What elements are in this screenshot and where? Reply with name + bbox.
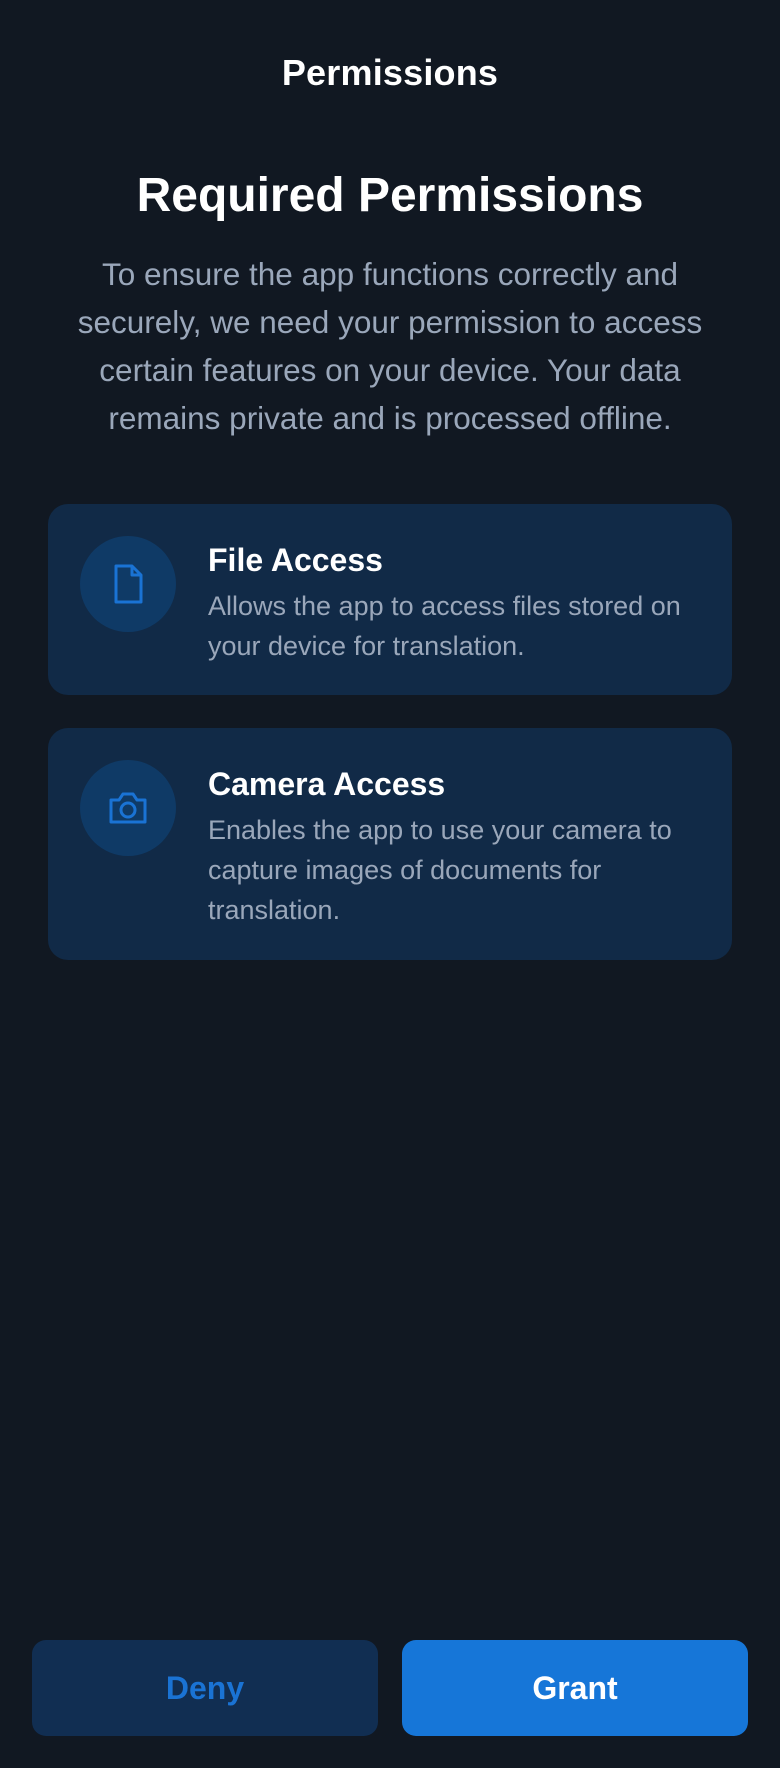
permission-title: File Access	[208, 542, 383, 578]
permission-description: Allows the app to access files stored on…	[208, 591, 681, 661]
camera-icon	[80, 760, 176, 856]
file-icon	[80, 536, 176, 632]
permission-title: Camera Access	[208, 766, 446, 802]
deny-button[interactable]: Deny	[32, 1640, 378, 1736]
app-bar-title: Permissions	[281, 52, 499, 93]
grant-button[interactable]: Grant	[402, 1640, 748, 1736]
permission-card-camera-access: Camera Access Enables the app to use you…	[48, 728, 732, 960]
permission-card-file-access: File Access Allows the app to access fil…	[48, 504, 732, 695]
page-heading: Required Permissions	[136, 169, 644, 222]
app-bar: Permissions	[0, 0, 780, 150]
permission-description: Enables the app to use your camera to ca…	[208, 815, 672, 925]
intro-text: To ensure the app functions correctly an…	[77, 256, 703, 436]
